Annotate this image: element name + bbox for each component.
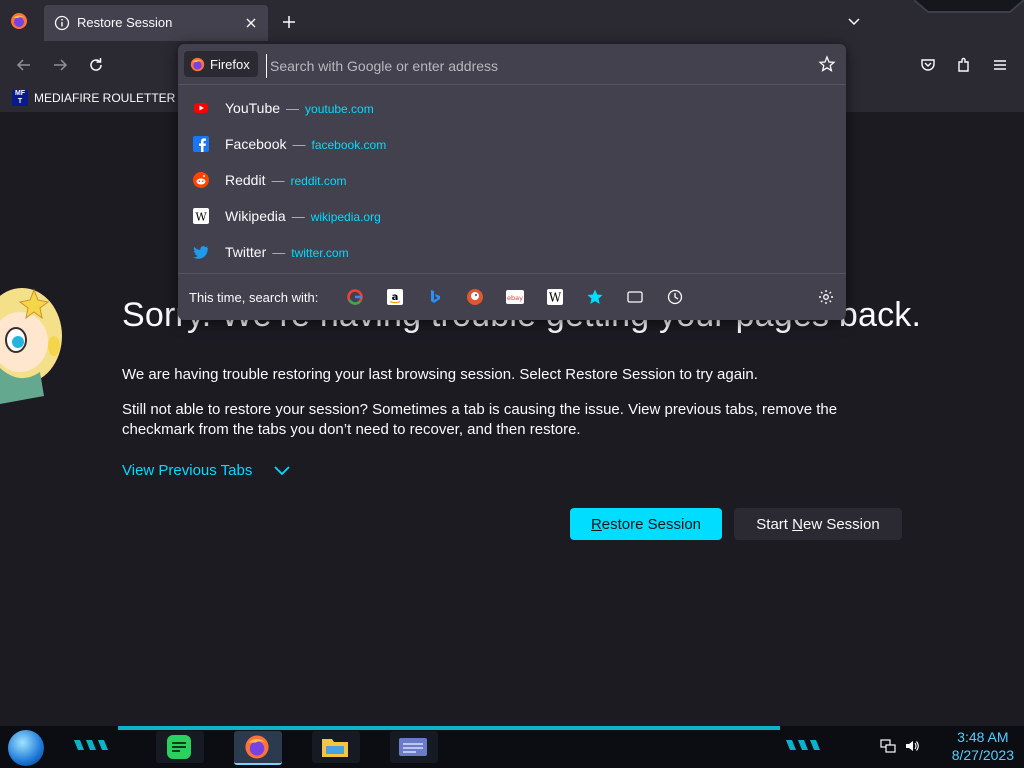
identity-box[interactable]: Firefox [184, 51, 258, 77]
close-tab-icon[interactable] [242, 14, 260, 32]
ebay-icon[interactable]: ebay [506, 288, 524, 306]
bookmark-label: MEDIAFIRE ROULETTER [34, 91, 176, 105]
duckduckgo-icon[interactable] [466, 288, 484, 306]
window-decoration [914, 0, 1024, 13]
gear-icon[interactable] [818, 289, 834, 305]
firefox-icon [245, 735, 269, 759]
suggestion-wikipedia[interactable]: W Wikipedia — wikipedia.org [178, 198, 846, 234]
error-description: We are having trouble restoring your las… [122, 366, 758, 383]
bookmarks-star-icon[interactable] [586, 288, 604, 306]
taskbar-glow [118, 726, 780, 730]
search-with-label: This time, search with: [189, 290, 319, 305]
reddit-icon [193, 172, 209, 188]
urlbar-dropdown: Firefox YouTube—youtube.com Facebook—fac… [178, 44, 846, 320]
tab-strip: Restore Session [0, 0, 1024, 44]
clock-time: 3:48 AM [957, 729, 1009, 745]
wikipedia-icon[interactable]: W [546, 288, 564, 306]
start-button[interactable] [8, 730, 44, 766]
mascot-character-image [0, 288, 62, 404]
facebook-icon [193, 136, 209, 152]
twitter-icon [193, 246, 209, 259]
tabs-icon[interactable] [626, 288, 644, 306]
taskbar: 3:48 AM 8/27/2023 [0, 726, 1024, 768]
tab-restore-session[interactable]: Restore Session [44, 5, 268, 41]
forward-arrow-icon[interactable] [50, 55, 70, 75]
suggestion-youtube[interactable]: YouTube — youtube.com [178, 90, 846, 126]
bookmark-star-icon[interactable] [818, 55, 836, 73]
firefox-menu-icon[interactable] [10, 12, 28, 30]
search-one-offs: This time, search with: a ebay W [178, 274, 846, 320]
network-icon[interactable] [880, 738, 896, 754]
identity-label: Firefox [210, 56, 250, 72]
history-clock-icon[interactable] [666, 288, 684, 306]
bing-icon[interactable] [426, 288, 444, 306]
bookmark-mediafire-rouletter[interactable]: MF T MEDIAFIRE ROULETTER [12, 90, 175, 106]
svg-text:W: W [195, 211, 207, 224]
suggestion-twitter[interactable]: Twitter — twitter.com [178, 234, 846, 270]
svg-text:ebay: ebay [507, 294, 523, 302]
google-icon[interactable] [346, 288, 364, 306]
taskbar-notes-app[interactable] [156, 731, 204, 763]
clock[interactable]: 3:48 AM 8/27/2023 [952, 728, 1014, 764]
pocket-icon[interactable] [918, 55, 938, 75]
svg-text:W: W [549, 291, 562, 305]
hamburger-menu-icon[interactable] [990, 55, 1010, 75]
firefox-icon [190, 57, 205, 71]
taskbar-firefox-app[interactable] [234, 731, 282, 765]
taskbar-decoration [786, 740, 820, 750]
svg-text:a: a [392, 292, 399, 303]
view-previous-tabs-label: View Previous Tabs [122, 462, 253, 479]
start-new-session-button[interactable]: Start New Session [734, 508, 902, 540]
taskbar-file-explorer[interactable] [312, 731, 360, 763]
view-previous-tabs-toggle[interactable]: View Previous Tabs [122, 462, 290, 479]
chevron-down-icon[interactable] [845, 13, 863, 31]
taskbar-control-app[interactable] [390, 731, 438, 763]
clock-date: 8/27/2023 [951, 747, 1014, 763]
divider [178, 84, 846, 85]
tab-title: Restore Session [77, 15, 173, 30]
help-description: Still not able to restore your session? … [122, 401, 838, 438]
reload-icon[interactable] [86, 55, 106, 75]
wikipedia-icon: W [193, 208, 209, 224]
back-arrow-icon[interactable] [14, 55, 34, 75]
chevron-down-icon [274, 465, 290, 475]
amazon-icon[interactable]: a [386, 288, 404, 306]
notes-app-icon [167, 735, 191, 759]
volume-icon[interactable] [904, 738, 920, 754]
window-app-icon [399, 738, 427, 756]
extensions-icon[interactable] [954, 55, 974, 75]
info-icon [54, 15, 70, 31]
mediafire-bookmark-icon: MF T [12, 90, 28, 106]
taskbar-decoration [74, 740, 108, 750]
folder-icon [322, 739, 348, 757]
youtube-icon [194, 103, 208, 113]
suggestion-facebook[interactable]: Facebook — facebook.com [178, 126, 846, 162]
suggestion-reddit[interactable]: Reddit — reddit.com [178, 162, 846, 198]
new-tab-icon[interactable] [280, 13, 298, 31]
restore-session-button[interactable]: Restore Session [570, 508, 722, 540]
address-bar-input[interactable] [266, 54, 812, 78]
